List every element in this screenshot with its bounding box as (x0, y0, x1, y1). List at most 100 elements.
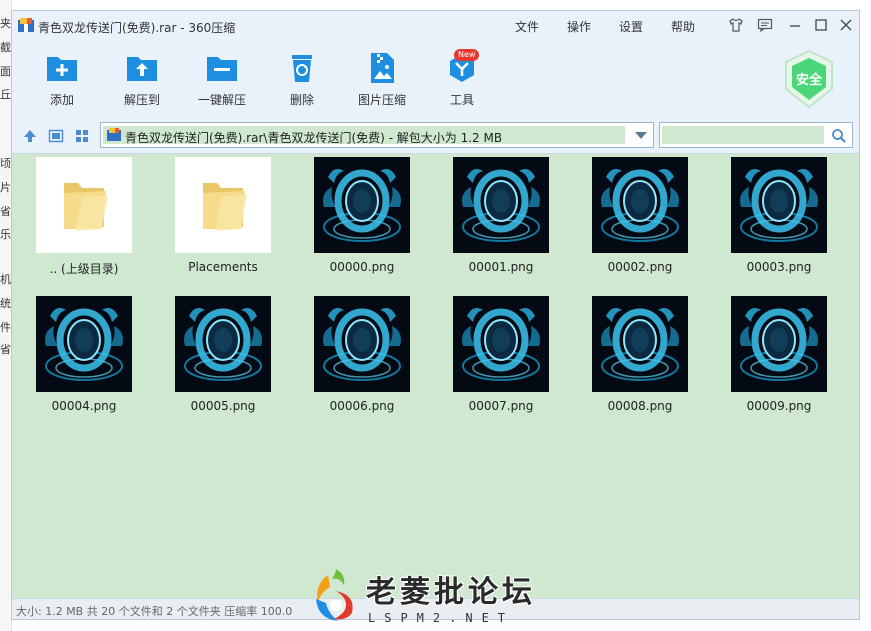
file-item[interactable]: 00005.png (163, 296, 283, 413)
file-name: 00008.png (607, 399, 673, 413)
image-compress-button[interactable]: 图片压缩 (352, 51, 412, 108)
file-item[interactable]: 00000.png (302, 157, 422, 274)
delete-label: 删除 (289, 93, 314, 107)
image-thumbnail (453, 296, 549, 392)
background-strip-char: 统 (0, 297, 11, 310)
view-grid-icon[interactable] (74, 128, 90, 144)
one-click-extract-button[interactable]: 一键解压 (192, 51, 252, 108)
image-thumbnail (731, 296, 827, 392)
background-strip-char: 片 (0, 181, 11, 194)
image-thumbnail (175, 296, 271, 392)
folder-icon (203, 183, 247, 231)
maximize-icon[interactable] (813, 17, 829, 33)
add-button[interactable]: 添加 (32, 51, 92, 108)
address-field[interactable]: 青色双龙传送门(免费).rar\青色双龙传送门(免费) - 解包大小为 1.2 … (100, 122, 654, 148)
file-name: Placements (188, 260, 258, 274)
up-arrow-icon[interactable] (22, 128, 38, 144)
image-compress-icon (371, 53, 394, 83)
one-click-extract-icon (207, 57, 237, 81)
search-input[interactable] (662, 126, 824, 144)
add-folder-icon (47, 57, 77, 81)
extract-to-button[interactable]: 解压到 (112, 51, 172, 108)
background-strip-char: 截 (0, 41, 11, 54)
background-strip-char: 机 (0, 273, 11, 286)
search-box (659, 122, 853, 148)
feedback-message-icon[interactable] (757, 17, 773, 33)
delete-button[interactable]: 删除 (272, 51, 332, 108)
image-thumbnail (314, 157, 410, 253)
file-item[interactable]: 00006.png (302, 296, 422, 413)
skin-shirt-icon[interactable] (728, 17, 744, 33)
one-click-extract-label: 一键解压 (197, 93, 246, 107)
portal-image-thumbnail (453, 157, 549, 253)
view-detail-icon[interactable] (48, 128, 64, 144)
watermark: 老菱批论坛 LSPM2.NET (306, 563, 568, 629)
file-item[interactable]: 00007.png (441, 296, 561, 413)
file-name: 00007.png (468, 399, 534, 413)
portal-image-thumbnail (731, 296, 827, 392)
tools-button[interactable]: New 工具 (432, 49, 492, 108)
background-strip-char: 件 (0, 321, 11, 334)
archive-file-icon (107, 128, 121, 141)
menu-settings[interactable]: 设置 (619, 18, 643, 35)
folder-icon (64, 183, 108, 231)
background-strip-char: 省 (0, 205, 11, 218)
file-name: 00003.png (746, 260, 812, 274)
status-text: 大小: 1.2 MB 共 20 个文件和 2 个文件夹 压缩率 100.0 (16, 605, 293, 618)
background-strip-char: 省 (0, 343, 11, 356)
file-name: 00006.png (329, 399, 395, 413)
background-strip-char: 丘 (0, 88, 11, 101)
file-list: .. (上级目录) Placements 00000.png 00001.png 000… (12, 154, 859, 598)
extract-to-label: 解压到 (123, 93, 160, 107)
portal-image-thumbnail (592, 157, 688, 253)
file-name: 00000.png (329, 260, 395, 274)
file-item[interactable]: 00001.png (441, 157, 561, 274)
file-name: 00009.png (746, 399, 812, 413)
menu-operate[interactable]: 操作 (567, 18, 591, 35)
file-name: 00001.png (468, 260, 534, 274)
shield-label: 安全 (795, 73, 822, 88)
portal-image-thumbnail (175, 296, 271, 392)
file-item[interactable]: 00002.png (580, 157, 700, 274)
title-bar: 青色双龙传送门(免费).rar - 360压缩 文件 操作 设置 帮助 (12, 11, 859, 41)
folder-item[interactable]: Placements (163, 157, 283, 274)
menu-help[interactable]: 帮助 (671, 18, 695, 35)
background-strip-char: 乐 (0, 228, 11, 241)
minimize-icon[interactable] (787, 17, 803, 33)
file-item[interactable]: 00003.png (719, 157, 839, 274)
tools-label: 工具 (449, 93, 474, 107)
watermark-main-text: 老菱批论坛 (366, 575, 536, 610)
address-path: 青色双龙传送门(免费).rar\青色双龙传送门(免费) - 解包大小为 1.2 … (125, 131, 503, 145)
image-thumbnail (36, 296, 132, 392)
address-dropdown-arrow-icon[interactable] (635, 132, 647, 139)
portal-image-thumbnail (731, 157, 827, 253)
folder-thumbnail (36, 157, 132, 253)
file-name: 00004.png (51, 399, 117, 413)
portal-image-thumbnail (453, 296, 549, 392)
file-item[interactable]: 00009.png (719, 296, 839, 413)
portal-image-thumbnail (36, 296, 132, 392)
menu-file[interactable]: 文件 (515, 18, 539, 35)
close-icon[interactable] (838, 17, 854, 33)
file-item[interactable]: 00004.png (24, 296, 144, 413)
archive-app-icon (18, 18, 34, 32)
portal-image-thumbnail (592, 296, 688, 392)
image-thumbnail (453, 157, 549, 253)
image-thumbnail (592, 296, 688, 392)
add-label: 添加 (49, 93, 74, 107)
watermark-sub-text: LSPM2.NET (368, 611, 515, 625)
watermark-logo-icon (316, 569, 353, 621)
background-strip-char: 面 (0, 65, 11, 78)
search-icon[interactable] (831, 128, 847, 144)
archive-window: 青色双龙传送门(免费).rar - 360压缩 文件 操作 设置 帮助 添加 解… (11, 10, 860, 620)
window-title: 青色双龙传送门(免费).rar - 360压缩 (38, 21, 236, 35)
image-thumbnail (731, 157, 827, 253)
address-bar-row: 青色双龙传送门(免费).rar\青色双龙传送门(免费) - 解包大小为 1.2 … (12, 119, 859, 154)
file-item[interactable]: 00008.png (580, 296, 700, 413)
folder-item[interactable]: .. (上级目录) (24, 157, 144, 277)
security-shield-button[interactable]: 安全 (782, 49, 836, 109)
image-thumbnail (314, 296, 410, 392)
image-compress-label: 图片压缩 (357, 93, 406, 107)
toolbar: 添加 解压到 一键解压 删除 图片压缩 New 工具 安全 (12, 41, 859, 119)
image-thumbnail (592, 157, 688, 253)
